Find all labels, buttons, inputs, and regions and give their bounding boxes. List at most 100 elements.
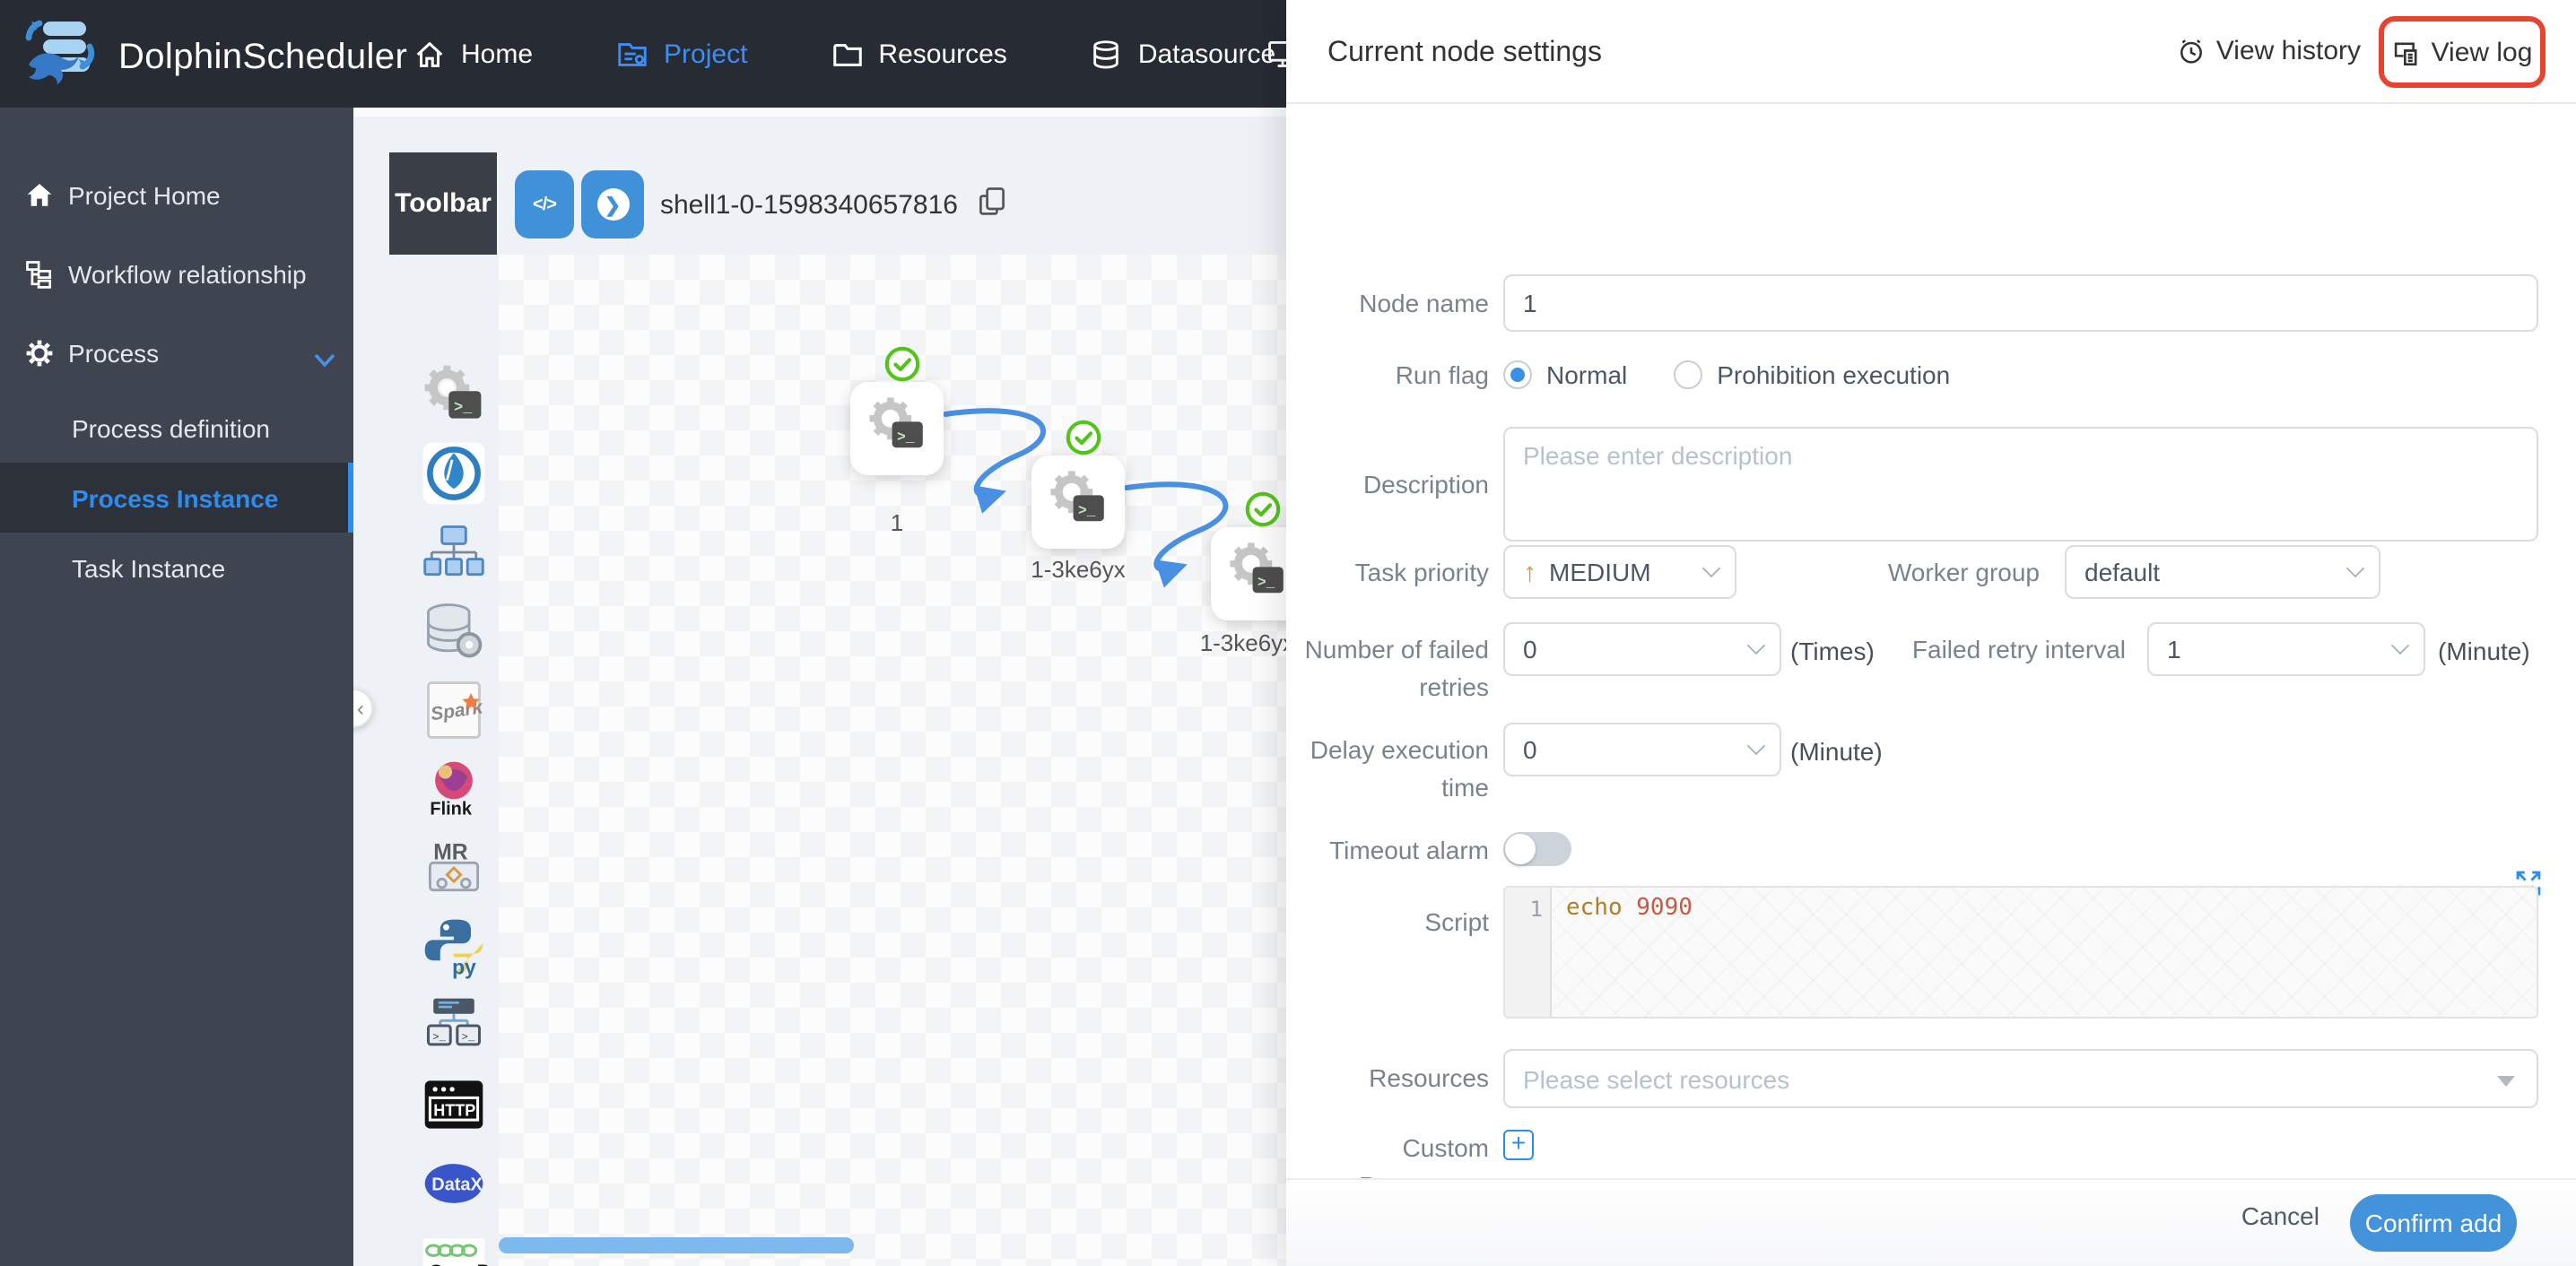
sidebar-item-project-home[interactable]: Project Home bbox=[0, 156, 353, 235]
panel-title: Current node settings bbox=[1327, 38, 1602, 70]
nav-item-datasource[interactable]: Datasource bbox=[1090, 37, 1275, 71]
confirm-add-button[interactable]: Confirm add bbox=[2350, 1194, 2517, 1252]
worker-group-select[interactable]: default bbox=[2065, 545, 2380, 599]
delay-time-select[interactable]: 0 bbox=[1503, 723, 1781, 776]
view-history-button[interactable]: View history bbox=[2177, 36, 2361, 66]
run-flag-normal-radio[interactable] bbox=[1503, 360, 1532, 389]
task-type-sql-icon[interactable] bbox=[416, 595, 492, 667]
node-name-input[interactable] bbox=[1503, 274, 2538, 332]
node-settings-panel: Current node settings View history View … bbox=[1286, 0, 2576, 1266]
failed-retries-label: Number of failed retries bbox=[1286, 631, 1489, 707]
svg-text:DataX: DataX bbox=[431, 1175, 483, 1195]
nav-item-resources[interactable]: Resources bbox=[830, 37, 1006, 71]
sidebar-item-workflow-relationship[interactable]: Workflow relationship bbox=[0, 235, 353, 314]
task-type-python-icon[interactable]: py bbox=[416, 911, 492, 983]
delay-time-label: Delay execution time bbox=[1286, 732, 1489, 807]
gear-icon bbox=[23, 337, 56, 369]
failed-retries-unit: (Times) bbox=[1790, 637, 1875, 665]
horizontal-scrollbar[interactable] bbox=[499, 1237, 854, 1253]
editor-line-number: 1 bbox=[1505, 888, 1552, 1017]
chevron-down-icon bbox=[1747, 737, 1765, 755]
chevron-down-icon bbox=[1747, 637, 1765, 655]
go-back-button[interactable]: ❯ bbox=[581, 170, 644, 238]
chevron-down-icon bbox=[1702, 559, 1720, 577]
task-type-procedure-icon[interactable] bbox=[416, 516, 492, 588]
task-type-http-icon[interactable]: HTTP bbox=[416, 1069, 492, 1140]
dolphinscheduler-logo-icon bbox=[22, 16, 104, 100]
format-dag-button[interactable]: </> bbox=[515, 170, 574, 238]
retry-interval-label: Failed retry interval bbox=[1875, 631, 2126, 669]
retry-interval-unit: (Minute) bbox=[2438, 637, 2530, 665]
sidebar-item-process-instance[interactable]: Process Instance bbox=[0, 463, 353, 533]
chevron-down-icon bbox=[2346, 559, 2364, 577]
home-icon bbox=[413, 37, 447, 71]
nav-item-home[interactable]: Home bbox=[413, 37, 533, 71]
task-priority-select[interactable]: ↑ MEDIUM bbox=[1503, 545, 1736, 599]
shell-task-icon: >_ bbox=[1225, 537, 1290, 611]
svg-text:>_: >_ bbox=[454, 400, 473, 417]
workflow-icon bbox=[23, 258, 56, 290]
shell-task-icon: >_ bbox=[1046, 465, 1110, 539]
dag-node-1[interactable]: >_ bbox=[850, 382, 944, 475]
task-priority-label: Task priority bbox=[1286, 554, 1489, 592]
svg-text:HTTP: HTTP bbox=[433, 1101, 475, 1119]
shell-task-icon: >_ bbox=[865, 392, 929, 465]
clock-icon bbox=[2177, 36, 2207, 66]
success-status-icon bbox=[1066, 420, 1101, 455]
node-settings-form: Node name Run flag Normal Prohibition ex… bbox=[1286, 104, 2576, 1178]
sidebar-item-task-instance[interactable]: Task Instance bbox=[0, 533, 353, 603]
panel-header: Current node settings View history View … bbox=[1286, 0, 2576, 104]
task-type-shell-icon[interactable]: >_ bbox=[416, 359, 492, 430]
brand-name: DolphinScheduler bbox=[118, 38, 407, 79]
svg-text:Flink: Flink bbox=[430, 800, 472, 819]
retry-interval-select[interactable]: 1 bbox=[2147, 622, 2425, 676]
failed-retries-select[interactable]: 0 bbox=[1503, 622, 1781, 676]
arrow-right-icon: ❯ bbox=[596, 188, 629, 221]
worker-group-label: Worker group bbox=[1842, 554, 2040, 592]
svg-text:>_: >_ bbox=[462, 1031, 475, 1044]
svg-text:MR: MR bbox=[433, 841, 468, 865]
script-keyword: echo bbox=[1566, 895, 1623, 922]
task-type-sqoop-icon[interactable]: SqooP bbox=[416, 1227, 492, 1266]
description-textarea[interactable] bbox=[1503, 427, 2538, 542]
timeout-alarm-toggle[interactable] bbox=[1503, 832, 1571, 866]
task-type-spark-icon[interactable]: Spark bbox=[416, 674, 492, 746]
dag-title: shell1-0-1598340657816 bbox=[660, 190, 958, 221]
script-label: Script bbox=[1286, 904, 1489, 941]
task-type-dependent-icon[interactable]: >_>_ bbox=[416, 990, 492, 1062]
run-flag-radio-group: Normal Prohibition execution bbox=[1503, 360, 1950, 389]
description-label: Description bbox=[1286, 466, 1489, 504]
add-parameter-button[interactable]: + bbox=[1503, 1130, 1534, 1160]
delay-time-unit: (Minute) bbox=[1790, 737, 1883, 766]
dolphinscheduler-app: Toolbar </> ❯ shell1-0-1598340657816 >_ S… bbox=[0, 0, 2576, 1266]
task-type-mr-icon[interactable]: MR bbox=[416, 832, 492, 904]
timeout-alarm-label: Timeout alarm bbox=[1286, 832, 1489, 870]
toolbar-label: Toolbar bbox=[389, 152, 497, 255]
dag-node-label: 1 bbox=[891, 509, 903, 536]
project-icon bbox=[615, 37, 649, 71]
success-status-icon bbox=[884, 346, 920, 382]
view-log-annotation-box: View log bbox=[2379, 16, 2546, 88]
resources-select[interactable]: Please select resources bbox=[1503, 1049, 2538, 1108]
view-log-button[interactable]: View log bbox=[2392, 37, 2533, 67]
nav-item-project[interactable]: Project bbox=[615, 37, 747, 71]
priority-up-arrow-icon: ↑ bbox=[1523, 557, 1536, 587]
chevron-down-icon bbox=[314, 344, 335, 373]
panel-footer: Cancel Confirm add bbox=[1286, 1178, 2576, 1266]
sidebar-item-process-definition[interactable]: Process definition bbox=[0, 393, 353, 463]
brand[interactable]: DolphinScheduler bbox=[22, 16, 407, 100]
task-type-datax-icon[interactable]: DataX bbox=[416, 1148, 492, 1219]
svg-text:>_: >_ bbox=[1078, 502, 1096, 518]
cancel-button[interactable]: Cancel bbox=[2241, 1201, 2319, 1230]
task-type-flink-icon[interactable]: Flink bbox=[416, 753, 492, 825]
dag-node-1-3ke6yx[interactable]: >_ bbox=[1031, 455, 1125, 549]
svg-text:>_: >_ bbox=[1258, 574, 1275, 590]
task-type-sub-process-icon[interactable] bbox=[416, 438, 492, 509]
run-flag-prohibition-radio[interactable] bbox=[1674, 360, 1702, 389]
copy-name-icon[interactable] bbox=[976, 185, 1008, 217]
home-icon bbox=[23, 179, 56, 212]
chevron-down-icon bbox=[2391, 637, 2409, 655]
script-code-editor[interactable]: 1 echo 9090 bbox=[1503, 886, 2538, 1019]
sidebar: Project HomeWorkflow relationshipProcess… bbox=[0, 108, 353, 1266]
sidebar-item-process[interactable]: Process bbox=[0, 314, 353, 393]
